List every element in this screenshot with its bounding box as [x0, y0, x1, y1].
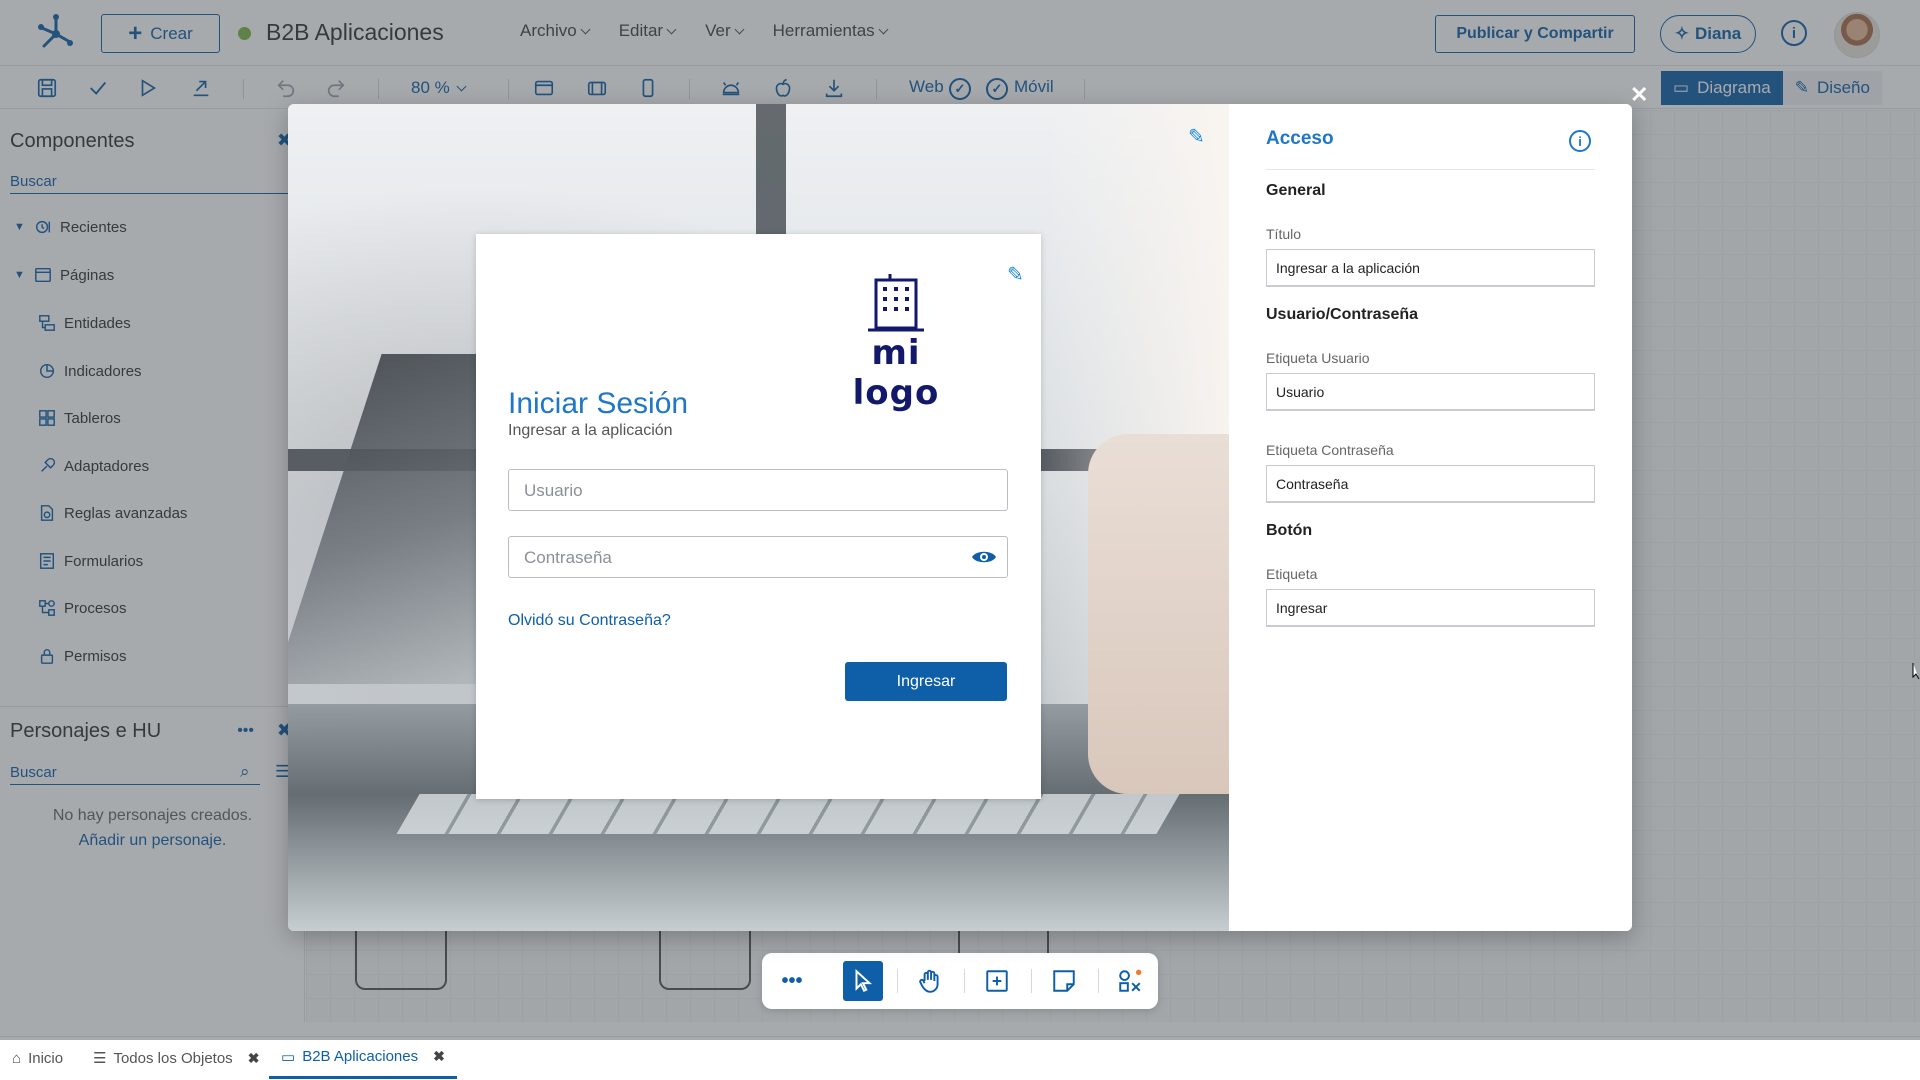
building-icon [868, 274, 924, 332]
login-subtitle: Ingresar a la aplicación [508, 422, 673, 439]
edit-background-pencil-icon[interactable]: ✎ [1188, 124, 1205, 149]
login-preview: ✎ ✎ mi logo Iniciar Sesión Ingresar a la… [288, 104, 1229, 931]
section-general: General [1266, 182, 1326, 199]
login-submit-button[interactable]: Ingresar [845, 662, 1007, 701]
tab-label: B2B Aplicaciones [302, 1048, 419, 1065]
folder-icon: ▭ [281, 1048, 296, 1066]
password-field[interactable]: Contraseña [508, 536, 1008, 578]
logo-text: mi logo [852, 333, 940, 413]
close-icon[interactable]: ✖ [248, 1050, 260, 1067]
user-label-label: Etiqueta Usuario [1266, 350, 1370, 366]
edit-logo-pencil-icon[interactable]: ✎ [1007, 262, 1024, 287]
tab-inicio[interactable]: ⌂ Inicio [0, 1037, 75, 1079]
login-title: Iniciar Sesión [508, 387, 689, 420]
title-input[interactable]: Ingresar a la aplicación [1266, 249, 1595, 287]
properties-panel: Acceso i General Título Ingresar a la ap… [1229, 104, 1632, 931]
login-card: ✎ mi logo Iniciar Sesión Ingresar a la a… [476, 234, 1041, 799]
password-label-label: Etiqueta Contraseña [1266, 442, 1394, 458]
username-field[interactable]: Usuario [508, 469, 1008, 511]
shapes-icon[interactable] [1110, 961, 1150, 1001]
home-icon: ⌂ [12, 1049, 22, 1067]
password-label-input[interactable]: Contraseña [1266, 465, 1595, 503]
modal-close-icon[interactable]: ✕ [1630, 82, 1648, 108]
tab-label: Inicio [28, 1049, 64, 1067]
bottom-tabbar: ⌂ Inicio ☰ Todos los Objetos ✖ ▭ B2B Aplicac… [0, 1036, 1920, 1080]
note-icon[interactable] [1044, 961, 1084, 1001]
section-button: Botón [1266, 522, 1313, 539]
hand-tool-icon[interactable] [910, 961, 950, 1001]
tab-b2b-aplicaciones[interactable]: ▭ B2B Aplicaciones ✖ [269, 1037, 457, 1079]
mouse-cursor-icon [1912, 663, 1920, 680]
list-icon: ☰ [93, 1050, 107, 1067]
more-icon[interactable]: ••• [772, 961, 812, 1001]
button-label-input[interactable]: Ingresar [1266, 589, 1595, 627]
forgot-password-link[interactable]: Olvidó su Contraseña? [508, 612, 671, 630]
divider [1266, 169, 1595, 170]
tab-label: Todos los Objetos [113, 1049, 233, 1067]
user-label-input[interactable]: Usuario [1266, 373, 1595, 411]
properties-title: Acceso [1266, 128, 1334, 149]
add-element-icon[interactable] [977, 961, 1017, 1001]
password-placeholder: Contraseña [524, 548, 612, 567]
section-credentials: Usuario/Contraseña [1266, 306, 1419, 323]
pointer-tool-icon[interactable] [843, 961, 883, 1001]
info-icon[interactable]: i [1569, 130, 1591, 152]
button-label-label: Etiqueta [1266, 566, 1318, 582]
close-icon[interactable]: ✖ [433, 1048, 445, 1065]
title-label: Título [1266, 226, 1302, 242]
login-config-modal: ✎ ✎ mi logo Iniciar Sesión Ingresar a la… [288, 104, 1632, 931]
logo: mi logo [826, 270, 966, 413]
eye-icon[interactable] [971, 547, 997, 567]
canvas-tools-bar: ••• [762, 953, 1158, 1009]
tab-todos-los-objetos[interactable]: ☰ Todos los Objetos ✖ [81, 1037, 271, 1079]
